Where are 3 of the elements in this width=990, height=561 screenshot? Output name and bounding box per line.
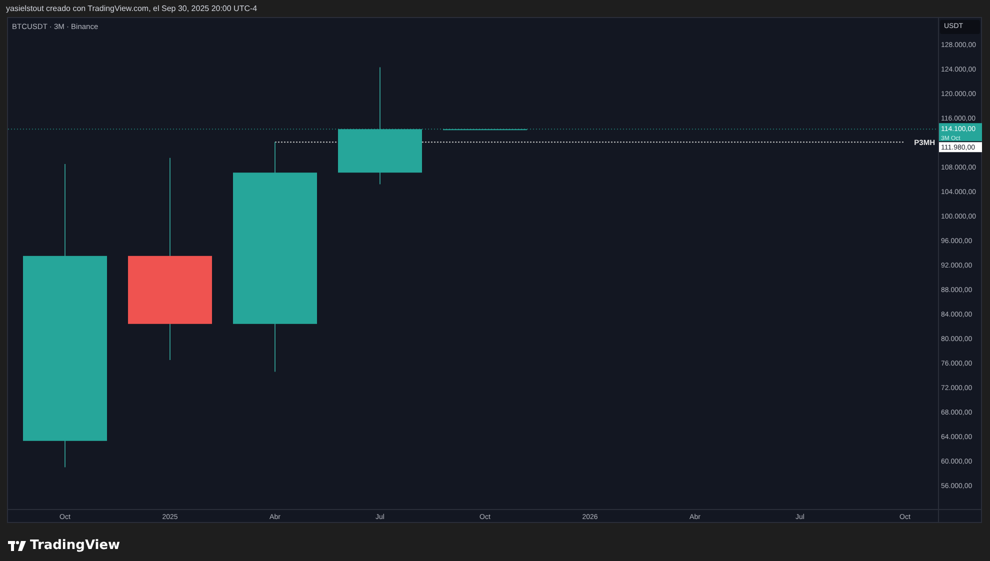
brand-name: TradingView [30,537,120,555]
logo-icon [8,540,26,551]
chart-caption: yasielstout creado con TradingView.com, el Sep 30, 2025 20:00 UTC-4 [6,2,258,14]
